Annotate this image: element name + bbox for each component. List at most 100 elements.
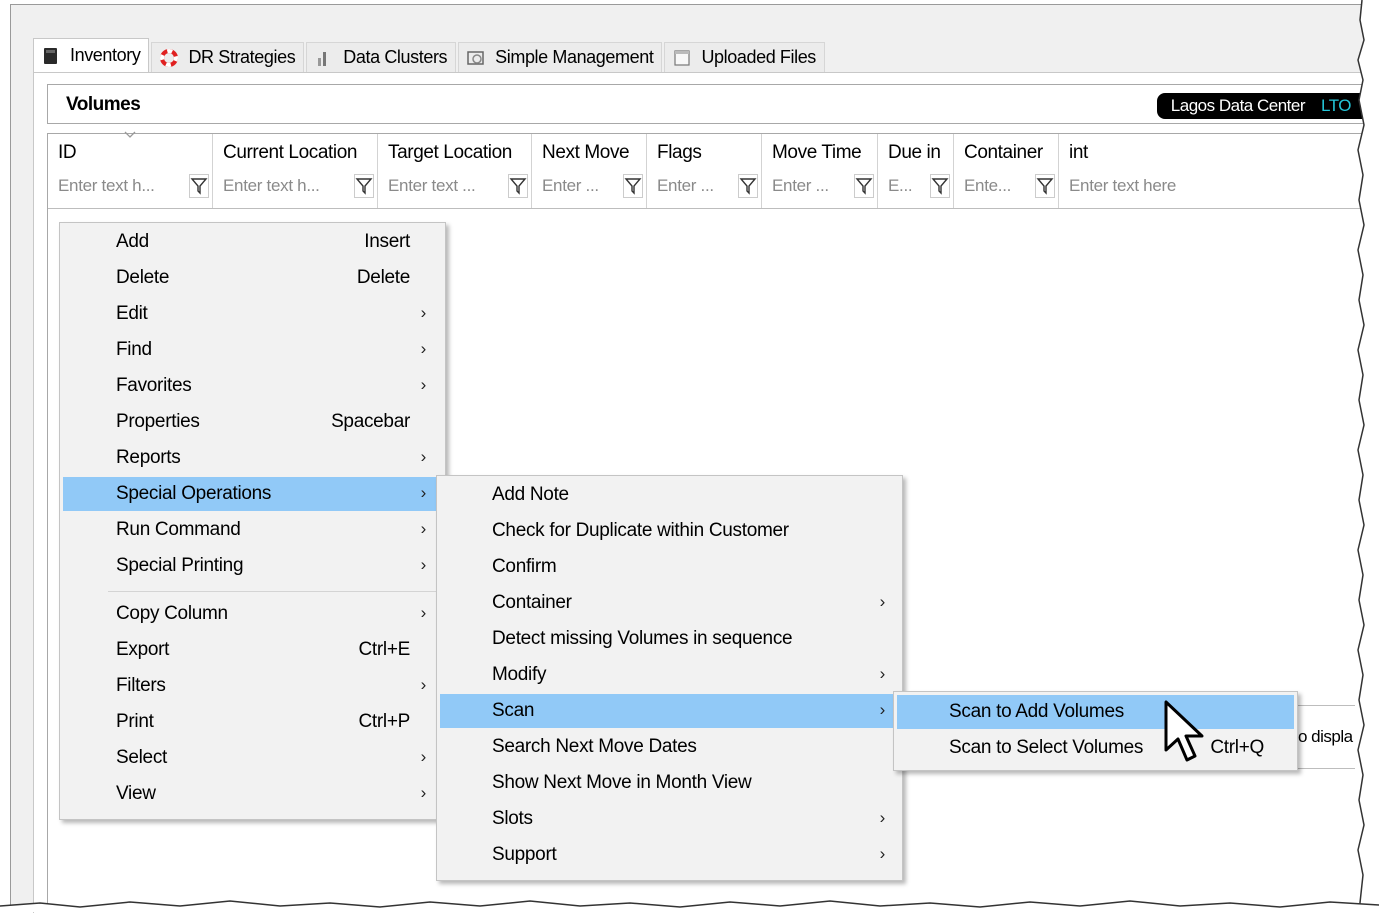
tab-inventory[interactable]: Inventory [33,38,150,72]
tab-bar: Inventory DR Strategies Data Clusters Si… [33,38,827,72]
filter-input[interactable]: Enter text ... [388,176,476,196]
menu-item-find[interactable]: Find › [63,333,442,367]
column-id[interactable]: ID Enter text h... [48,131,213,208]
chevron-right-icon: › [420,555,427,574]
tab-dr-strategies[interactable]: DR Strategies [151,42,305,72]
filter-input[interactable]: Enter ... [542,176,599,196]
filter-funnel-icon[interactable] [354,174,374,198]
tab-label: Simple Management [495,47,654,67]
column-due-in[interactable]: Due in E... [878,134,954,208]
filter-input[interactable]: Enter text h... [223,176,320,196]
menu-item-confirm[interactable]: Confirm [440,550,899,584]
volumes-header: Volumes Lagos Data Center LTO [47,84,1363,124]
menu-separator [108,591,439,592]
sort-caret-icon [124,131,136,138]
menu-item-select[interactable]: Select › [63,741,442,775]
menu-item-support[interactable]: Support › [440,838,899,872]
menu-item-edit[interactable]: Edit › [63,297,442,331]
menu-item-run-command[interactable]: Run Command › [63,513,442,547]
menu-item-special-printing[interactable]: Special Printing › [63,549,442,583]
column-label: Flags [657,142,702,163]
volumes-title: Volumes [66,94,141,115]
tab-label: Data Clusters [343,47,448,67]
menu-item-show-next-move[interactable]: Show Next Move in Month View [440,766,899,800]
menu-item-scan-to-add[interactable]: Scan to Add Volumes [897,695,1294,729]
media-type: LTO [1321,96,1352,115]
menu-item-reports[interactable]: Reports › [63,441,442,475]
chevron-right-icon: › [879,664,886,683]
menu-item-filters[interactable]: Filters › [63,669,442,703]
menu-item-modify[interactable]: Modify › [440,658,899,692]
chevron-right-icon: › [879,592,886,611]
chevron-right-icon: › [420,303,427,322]
chevron-right-icon: › [420,603,427,622]
chevron-right-icon: › [420,519,427,538]
filter-input[interactable]: Enter text here [1069,176,1176,196]
filter-input[interactable]: Ente... [964,176,1011,196]
column-label: ID [58,142,77,163]
menu-item-slots[interactable]: Slots › [440,802,899,836]
menu-item-print[interactable]: Print Ctrl+P [63,705,442,739]
chevron-right-icon: › [420,375,427,394]
filter-input[interactable]: Enter text h... [58,176,155,196]
menu-item-search-next-move[interactable]: Search Next Move Dates [440,730,899,764]
menu-item-check-duplicate[interactable]: Check for Duplicate within Customer [440,514,899,548]
torn-edge [1354,0,1379,912]
filter-funnel-icon[interactable] [738,174,758,198]
tab-uploaded-files[interactable]: Uploaded Files [664,42,825,72]
chevron-right-icon: › [879,844,886,863]
column-label: Due in [888,142,941,163]
column-label: Target Location [388,142,512,163]
chevron-right-icon: › [420,483,427,502]
menu-item-delete[interactable]: Delete Delete [63,261,442,295]
column-next-move[interactable]: Next Move Enter ... [532,134,647,208]
menu-item-view[interactable]: View › [63,777,442,811]
filter-input[interactable]: Enter ... [772,176,829,196]
chevron-right-icon: › [420,675,427,694]
column-label: Current Location [223,142,358,163]
menu-item-add[interactable]: Add Insert [63,225,442,259]
menu-item-scan-to-select[interactable]: Scan to Select Volumes Ctrl+Q [897,731,1294,765]
menu-item-properties[interactable]: Properties Spacebar [63,405,442,439]
column-current-location[interactable]: Current Location Enter text h... [213,134,378,208]
menu-item-favorites[interactable]: Favorites › [63,369,442,403]
menu-item-export[interactable]: Export Ctrl+E [63,633,442,667]
tab-simple-management[interactable]: Simple Management [458,42,663,72]
column-label: Next Move [542,142,630,163]
management-icon [467,49,485,67]
column-label: Move Time [772,142,862,163]
column-container[interactable]: Container Ente... [954,134,1059,208]
menu-item-add-note[interactable]: Add Note [440,478,899,512]
column-int[interactable]: int Enter text here [1059,134,1364,208]
menu-item-scan[interactable]: Scan › [440,694,899,728]
book-icon [42,47,60,65]
filter-funnel-icon[interactable] [930,174,950,198]
column-flags[interactable]: Flags Enter ... [647,134,762,208]
chevron-right-icon: › [420,447,427,466]
chevron-right-icon: › [420,747,427,766]
datacenter-badge[interactable]: Lagos Data Center LTO [1156,93,1363,119]
filter-funnel-icon[interactable] [1035,174,1055,198]
filter-funnel-icon[interactable] [623,174,643,198]
torn-edge [0,900,1379,912]
filter-input[interactable]: E... [888,176,913,196]
tab-label: DR Strategies [188,47,296,67]
filter-input[interactable]: Enter ... [657,176,714,196]
filter-funnel-icon[interactable] [508,174,528,198]
column-move-time[interactable]: Move Time Enter ... [762,134,878,208]
tab-label: Inventory [70,45,141,65]
menu-item-copy-column[interactable]: Copy Column › [63,597,442,631]
column-target-location[interactable]: Target Location Enter text ... [378,134,532,208]
menu-item-detect-missing[interactable]: Detect missing Volumes in sequence [440,622,899,656]
filter-funnel-icon[interactable] [189,174,209,198]
menu-item-special-operations[interactable]: Special Operations › [63,477,442,511]
special-operations-submenu: Add Note Check for Duplicate within Cust… [436,475,903,881]
column-label: Container [964,142,1043,163]
filter-funnel-icon[interactable] [854,174,874,198]
tab-data-clusters[interactable]: Data Clusters [306,42,457,72]
lifebuoy-icon [160,48,179,67]
menu-item-container[interactable]: Container › [440,586,899,620]
chevron-right-icon: › [879,808,886,827]
chevron-right-icon: › [420,339,427,358]
chevron-right-icon: › [879,700,886,719]
